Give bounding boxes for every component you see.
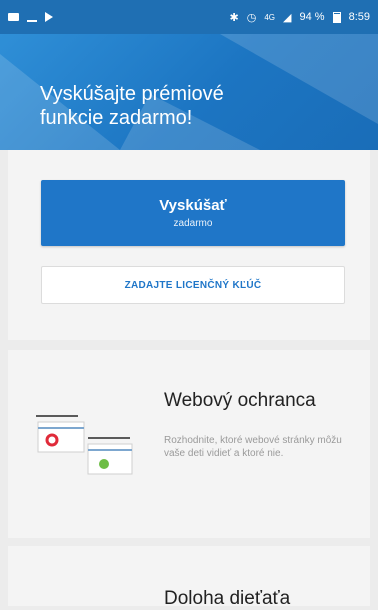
feature-card-web-guard: Webový ochranca Rozhodnite, ktoré webové… xyxy=(8,350,370,538)
network-label: 4G xyxy=(264,12,276,22)
message-icon xyxy=(8,13,19,21)
play-icon xyxy=(45,12,53,22)
try-free-sublabel: zadarmo xyxy=(173,218,213,229)
feature-title: Doloha dieťaťa xyxy=(164,588,291,609)
feature-title: Webový ochranca xyxy=(164,390,316,411)
enter-license-key-button[interactable]: ZADAJTE LICENČNÝ KĽÚČ xyxy=(41,266,345,304)
cta-card: Vyskúšať zadarmo ZADAJTE LICENČNÝ KĽÚČ xyxy=(8,150,370,340)
web-guard-illustration xyxy=(36,415,133,475)
bluetooth-icon: ✱ xyxy=(229,11,239,24)
alarm-icon: ◷ xyxy=(246,11,257,24)
cellular-signal-icon: ◢ xyxy=(283,11,292,24)
try-free-label: Vyskúšať xyxy=(159,197,227,214)
signal-icon xyxy=(27,12,37,22)
page-title-line2: funkcie zadarmo! xyxy=(40,107,193,129)
battery-icon xyxy=(332,11,341,23)
status-left xyxy=(8,12,53,22)
battery-percent: 94 % xyxy=(299,11,325,23)
feature-description: Rozhodnite, ktoré webové stránky môžu va… xyxy=(164,435,342,459)
page-title: Vyskúšajte prémiové funkcie zadarmo! xyxy=(40,82,340,130)
feature-card-child-location: Doloha dieťaťa xyxy=(8,546,370,609)
status-right: ✱ ◷ 4G ◢ 94 % 8:59 xyxy=(230,11,370,24)
clock: 8:59 xyxy=(348,11,370,23)
try-free-button[interactable]: Vyskúšať zadarmo xyxy=(41,180,345,246)
promo-header: Vyskúšajte prémiové funkcie zadarmo! xyxy=(0,34,378,150)
page-title-line1: Vyskúšajte prémiové xyxy=(40,83,224,105)
status-bar: ✱ ◷ 4G ◢ 94 % 8:59 xyxy=(0,0,378,34)
